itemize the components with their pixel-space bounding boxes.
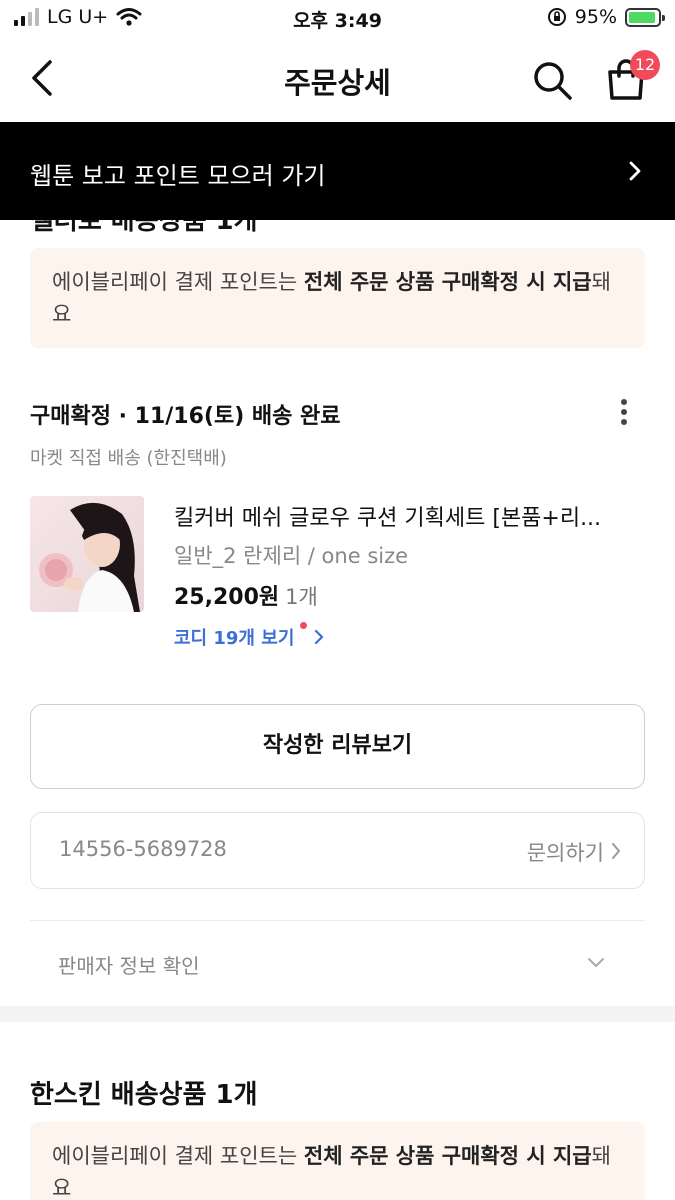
new-dot-badge	[300, 622, 307, 629]
section-heading: 한스킨 배송상품 1개	[30, 1080, 258, 1110]
nav-header: 주문상세 12	[0, 38, 675, 122]
status-bar: LG U+ 오후 3:49 95%	[0, 0, 675, 38]
points-notice: 에이블리페이 결제 포인트는 전체 주문 상품 구매확정 시 지급돼요	[30, 248, 645, 348]
product-price-row: 25,200원 1개	[174, 579, 318, 611]
search-icon[interactable]	[530, 58, 574, 102]
webtoon-promo-banner[interactable]: 웹툰 보고 포인트 모으러 가기	[0, 122, 675, 220]
product-price: 25,200원	[174, 585, 280, 610]
points-notice: 에이블리페이 결제 포인트는 전체 주문 상품 구매확정 시 지급돼요	[30, 1122, 645, 1200]
battery-icon	[625, 7, 665, 27]
rotation-lock-icon	[547, 8, 566, 26]
order-status: 구매확정 · 11/16(토) 배송 완료	[30, 404, 341, 429]
chevron-right-icon	[314, 629, 324, 645]
delivery-info: 마켓 직접 배송 (한진택배)	[30, 448, 227, 469]
chevron-right-icon	[629, 161, 641, 181]
product-option: 일반_2 란제리 / one size	[174, 544, 409, 568]
order-number: 14556-5689728	[59, 837, 227, 861]
chevron-right-icon	[612, 843, 620, 859]
codi-link[interactable]: 코디 19개 보기	[174, 624, 294, 650]
order-number-row: 14556-5689728 문의하기	[30, 812, 645, 889]
notice-text: 에이블리페이 결제 포인트는	[52, 270, 304, 294]
status-right: 95%	[547, 6, 665, 28]
chevron-down-icon[interactable]	[586, 956, 606, 970]
cart-count-badge: 12	[630, 50, 660, 80]
product-quantity: 1개	[285, 585, 318, 609]
inquiry-button[interactable]: 문의하기	[527, 837, 604, 867]
view-review-button[interactable]: 작성한 리뷰보기	[30, 704, 645, 789]
promo-text: 웹툰 보고 포인트 모으러 가기	[30, 162, 326, 190]
section-divider	[0, 1006, 675, 1022]
seller-info-toggle[interactable]: 판매자 정보 확인	[58, 950, 200, 979]
divider	[30, 920, 645, 921]
more-options-icon[interactable]	[612, 396, 636, 432]
order-detail-screen: LG U+ 오후 3:49 95% 주문상세 12 셀러로 배송상품 1개 웹툰…	[0, 0, 675, 1200]
product-image[interactable]	[30, 496, 144, 612]
battery-percent: 95%	[574, 6, 617, 28]
product-name[interactable]: 킬커버 메쉬 글로우 쿠션 기획세트 [본품+리...	[174, 500, 614, 532]
notice-bold-text: 전체 주문 상품 구매확정 시 지급	[303, 1144, 592, 1168]
notice-text: 에이블리페이 결제 포인트는	[52, 1144, 304, 1168]
notice-bold-text: 전체 주문 상품 구매확정 시 지급	[303, 270, 592, 294]
